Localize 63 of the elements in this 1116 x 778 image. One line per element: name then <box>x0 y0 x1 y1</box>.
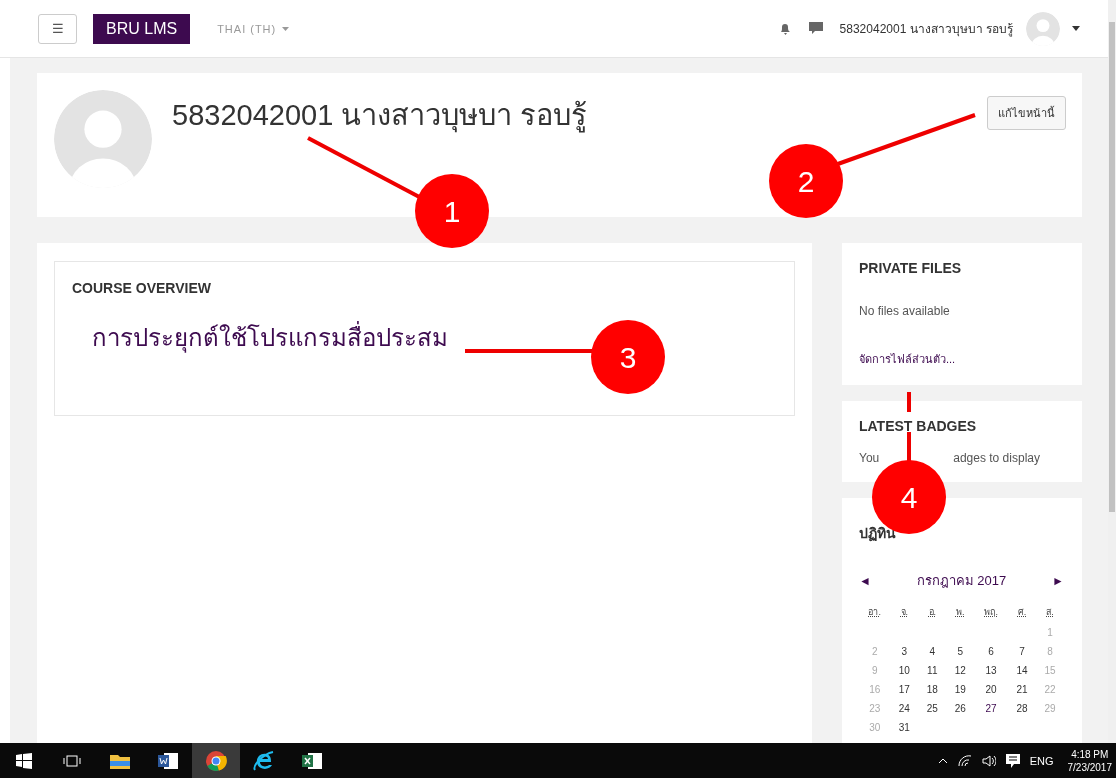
speaker-icon[interactable] <box>981 754 996 767</box>
profile-name: 5832042001 นางสาวบุษบา รอบรู้ <box>172 98 588 133</box>
calendar-day[interactable]: 31 <box>890 718 919 737</box>
input-language[interactable]: ENG <box>1029 754 1054 767</box>
document-icon <box>158 751 178 770</box>
course-link[interactable]: การประยุกต์ใช้โปรแกรมสื่อประสม <box>92 318 448 357</box>
calendar-day[interactable]: 26 <box>946 699 975 718</box>
windows-icon <box>16 752 32 769</box>
calendar-day[interactable]: 14 <box>1008 661 1036 680</box>
calendar-day[interactable]: 21 <box>1008 680 1036 699</box>
notification-icon[interactable] <box>1005 753 1020 768</box>
chat-icon[interactable] <box>808 22 823 35</box>
next-month-button[interactable]: ► <box>1052 573 1064 588</box>
weekday-label: พ. <box>954 606 966 619</box>
calendar-day[interactable]: 12 <box>946 661 975 680</box>
weekday-label: ส. <box>1045 606 1055 619</box>
task-view-icon <box>63 754 81 767</box>
calendar-day[interactable]: 24 <box>890 699 919 718</box>
caret-icon[interactable] <box>1072 26 1080 31</box>
edit-page-button[interactable]: แก้ไขหน้านี้ <box>987 96 1066 130</box>
menu-button[interactable]: ☰ <box>38 13 77 44</box>
user-name[interactable]: 5832042001 นางสาวบุษบา รอบรู้ <box>839 19 1013 38</box>
calendar-day[interactable]: 11 <box>918 661 947 680</box>
weekday-label: จ. <box>899 606 910 619</box>
chevron-up-icon[interactable] <box>937 757 948 764</box>
calendar-day[interactable]: 13 <box>974 661 1009 680</box>
calendar-day[interactable]: 5 <box>946 642 975 661</box>
site-logo[interactable]: BRU LMS <box>93 13 191 44</box>
calendar-day[interactable]: 19 <box>946 680 975 699</box>
calendar-day[interactable]: 27 <box>974 699 1009 718</box>
weekday-label: พฤ. <box>983 606 999 619</box>
weekday-label: ศ. <box>1016 606 1028 619</box>
caret-icon <box>282 26 290 31</box>
browser-e-icon <box>253 749 275 772</box>
empty-message: No files available <box>859 304 951 318</box>
calendar-day[interactable]: 17 <box>890 680 919 699</box>
taskbar-app[interactable] <box>192 743 240 778</box>
block-title: PRIVATE FILES <box>859 260 963 276</box>
user-avatar <box>1026 11 1060 46</box>
calendar-day[interactable]: 3 <box>890 642 919 661</box>
previous-month-button[interactable]: ◄ <box>859 573 871 588</box>
calendar-day[interactable]: 28 <box>1008 699 1036 718</box>
badges-message: You <box>859 451 880 465</box>
calendar-day[interactable]: 10 <box>890 661 919 680</box>
clock[interactable]: 4:18 PM 7/23/2017 <box>1067 747 1112 774</box>
block-title: ปฏิทิน <box>859 524 897 544</box>
block-title: LATEST BADGES <box>859 418 978 434</box>
calendar-day[interactable]: 7 <box>1008 642 1036 661</box>
wifi-icon[interactable] <box>957 754 972 767</box>
calendar-day[interactable]: 18 <box>918 680 947 699</box>
badges-message: adges to display <box>953 451 1040 465</box>
weekday-label: อ. <box>927 606 938 619</box>
folder-icon <box>110 752 130 769</box>
calendar-day[interactable]: 4 <box>918 642 947 661</box>
calendar-day[interactable]: 25 <box>918 699 947 718</box>
manage-files-link[interactable]: จัดการไฟล์ส่วนตัว... <box>859 350 956 368</box>
browser-icon <box>205 749 227 772</box>
calendar-day[interactable]: 20 <box>974 680 1009 699</box>
weekday-label: อา. <box>867 606 882 619</box>
calendar-day[interactable]: 6 <box>974 642 1009 661</box>
spreadsheet-icon <box>302 751 322 770</box>
month-title: กรกฎาคม 2017 <box>916 572 1007 590</box>
block-title: COURSE OVERVIEW <box>72 280 212 296</box>
